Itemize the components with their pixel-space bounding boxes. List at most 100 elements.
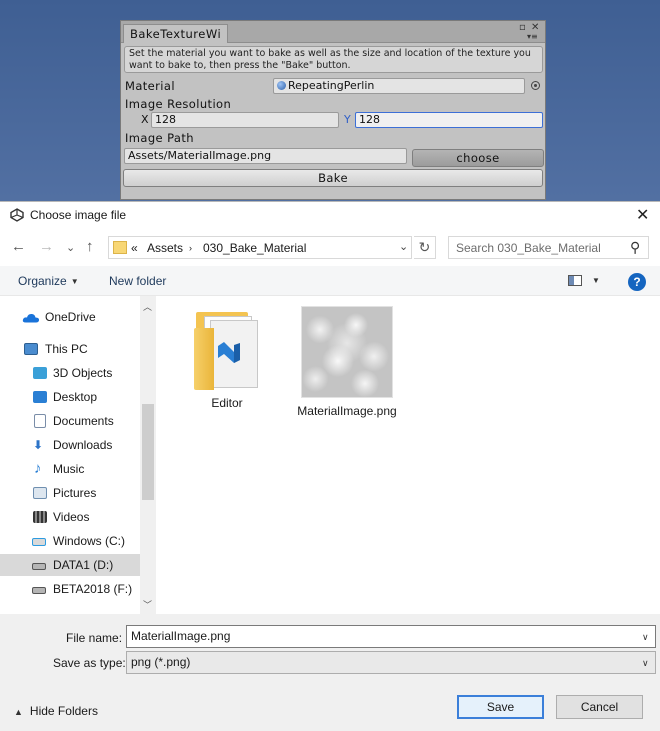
sidebar-item-data1-d[interactable]: DATA1 (D:) bbox=[0, 554, 140, 576]
y-axis-label: Y bbox=[344, 113, 351, 126]
sidebar-item-3d-objects[interactable]: 3D Objects bbox=[0, 362, 138, 384]
chevron-down-icon: ▼ bbox=[70, 277, 79, 286]
sidebar-item-label: Videos bbox=[53, 510, 90, 524]
new-folder-button[interactable]: New folder bbox=[109, 274, 166, 288]
sidebar-item-label: OneDrive bbox=[45, 310, 96, 324]
refresh-icon[interactable]: ↻ bbox=[414, 236, 436, 259]
documents-icon bbox=[34, 414, 46, 428]
chevron-down-icon[interactable]: ∨ bbox=[642, 627, 649, 648]
image-path-field[interactable]: Assets/MaterialImage.png bbox=[124, 148, 407, 164]
visual-studio-icon bbox=[218, 342, 240, 363]
sidebar-item-this-pc[interactable]: This PC bbox=[0, 338, 138, 360]
drive-icon bbox=[32, 563, 46, 570]
sidebar-item-label: Documents bbox=[53, 414, 114, 428]
hide-folders-label: Hide Folders bbox=[29, 704, 98, 718]
sidebar-item-label: Windows (C:) bbox=[53, 534, 126, 548]
search-placeholder: Search 030_Bake_Material bbox=[456, 241, 601, 255]
sidebar-item-windows-c[interactable]: Windows (C:) bbox=[0, 530, 138, 552]
sidebar-item-label: Downloads bbox=[53, 438, 113, 452]
chevron-up-icon: ▲ bbox=[14, 707, 23, 717]
back-arrow-icon[interactable]: ← bbox=[11, 238, 26, 256]
dialog-title: Choose image file bbox=[30, 208, 127, 222]
material-value: RepeatingPerlin bbox=[288, 79, 375, 92]
bake-button[interactable]: Bake bbox=[123, 169, 543, 187]
file-item-materialimage[interactable]: MaterialImage.png bbox=[295, 306, 399, 418]
view-options-icon[interactable] bbox=[568, 275, 582, 286]
tab-menu-icon[interactable]: ▾≡ bbox=[527, 32, 538, 41]
dialog-title-bar: Choose image file ✕ bbox=[0, 202, 660, 230]
desktop-icon bbox=[33, 391, 47, 403]
3d-objects-icon bbox=[33, 367, 47, 379]
computer-icon bbox=[24, 343, 38, 355]
file-name-label: File name: bbox=[66, 631, 123, 645]
search-box[interactable]: Search 030_Bake_Material ⚲ bbox=[448, 236, 649, 259]
choose-button[interactable]: choose bbox=[412, 149, 544, 167]
pictures-icon bbox=[33, 487, 47, 499]
save-type-label: Save as type: bbox=[53, 656, 126, 670]
organize-label: Organize bbox=[18, 274, 67, 288]
resolution-x-field[interactable]: 128 bbox=[151, 112, 339, 128]
cancel-button[interactable]: Cancel bbox=[556, 695, 643, 719]
save-button[interactable]: Save bbox=[457, 695, 544, 719]
material-label: Material bbox=[125, 79, 175, 93]
music-icon: ♪ bbox=[34, 460, 42, 477]
recent-locations-icon[interactable]: ⌄ bbox=[66, 239, 75, 257]
sidebar-item-label: Pictures bbox=[53, 486, 97, 500]
sidebar-item-label: Desktop bbox=[53, 390, 98, 404]
x-axis-label: X bbox=[141, 113, 149, 126]
unity-tab-bar: BakeTextureWi ▫ ✕ ▾≡ bbox=[121, 21, 545, 43]
material-field[interactable]: RepeatingPerlin bbox=[273, 78, 525, 94]
breadcrumb-overflow[interactable]: « bbox=[131, 241, 138, 255]
onedrive-icon bbox=[22, 313, 40, 323]
close-icon[interactable]: ✕ bbox=[636, 205, 649, 225]
breadcrumb-current-folder[interactable]: 030_Bake_Material bbox=[203, 241, 306, 255]
object-picker-icon[interactable] bbox=[531, 81, 540, 90]
downloads-icon: ⬇ bbox=[33, 438, 44, 452]
sidebar-item-desktop[interactable]: Desktop bbox=[0, 386, 138, 408]
chevron-up-icon[interactable]: ︿ bbox=[143, 300, 152, 313]
chevron-down-icon[interactable]: ∨ bbox=[642, 653, 649, 674]
sidebar-item-downloads[interactable]: ⬇ Downloads bbox=[0, 434, 138, 456]
sidebar-item-pictures[interactable]: Pictures bbox=[0, 482, 138, 504]
file-name: Editor bbox=[211, 396, 243, 410]
address-dropdown-icon[interactable]: ⌄ bbox=[399, 240, 408, 253]
sidebar-item-videos[interactable]: Videos bbox=[0, 506, 138, 528]
file-list: Editor MaterialImage.png bbox=[160, 296, 660, 614]
navigation-pane: OneDrive This PC 3D Objects Desktop Docu… bbox=[0, 296, 156, 614]
up-arrow-icon[interactable]: ↑ bbox=[86, 238, 94, 256]
videos-icon bbox=[33, 511, 47, 523]
organize-button[interactable]: Organize ▼ bbox=[18, 274, 79, 288]
chevron-down-icon[interactable]: ﹀ bbox=[143, 598, 152, 611]
file-name: MaterialImage.png bbox=[297, 404, 397, 418]
bake-texture-window: BakeTextureWi ▫ ✕ ▾≡ Set the material yo… bbox=[120, 20, 546, 200]
maximize-icon[interactable]: ▫ bbox=[519, 22, 526, 33]
window-tab[interactable]: BakeTextureWi bbox=[123, 24, 229, 43]
forward-arrow-icon[interactable]: → bbox=[39, 238, 54, 256]
sidebar-item-label: 3D Objects bbox=[53, 366, 113, 380]
resolution-label: Image Resolution bbox=[125, 97, 232, 111]
address-bar[interactable]: « Assets › 030_Bake_Material ⌄ bbox=[108, 236, 412, 259]
choose-image-dialog: Choose image file ✕ ← → ⌄ ↑ « Assets › 0… bbox=[0, 201, 660, 731]
file-name-input[interactable]: MaterialImage.png ∨ bbox=[126, 625, 656, 648]
windows-drive-icon bbox=[32, 538, 46, 546]
chevron-down-icon[interactable]: ▼ bbox=[592, 276, 600, 285]
help-box: Set the material you want to bake as wel… bbox=[124, 46, 543, 73]
nav-pane-scrollbar[interactable]: ︿ ﹀ bbox=[140, 296, 156, 614]
file-item-editor[interactable]: Editor bbox=[175, 306, 279, 410]
sidebar-item-onedrive[interactable]: OneDrive bbox=[0, 306, 138, 328]
breadcrumb-assets[interactable]: Assets bbox=[147, 241, 183, 255]
save-type-select[interactable]: png (*.png) ∨ bbox=[126, 651, 656, 674]
folder-icon bbox=[113, 241, 127, 254]
dialog-footer: File name: MaterialImage.png ∨ Save as t… bbox=[0, 614, 660, 731]
scrollbar-thumb[interactable] bbox=[142, 404, 154, 500]
resolution-y-field[interactable]: 128 bbox=[355, 112, 543, 128]
hide-folders-button[interactable]: ▲ Hide Folders bbox=[14, 704, 98, 718]
sidebar-item-label: DATA1 (D:) bbox=[53, 558, 114, 572]
help-icon[interactable]: ? bbox=[628, 273, 646, 291]
search-icon[interactable]: ⚲ bbox=[630, 239, 640, 256]
sidebar-item-documents[interactable]: Documents bbox=[0, 410, 138, 432]
drive-icon bbox=[32, 587, 46, 594]
sidebar-item-label: This PC bbox=[45, 342, 88, 356]
sidebar-item-music[interactable]: ♪ Music bbox=[0, 458, 138, 480]
sidebar-item-beta2018-f[interactable]: BETA2018 (F:) bbox=[0, 578, 138, 600]
